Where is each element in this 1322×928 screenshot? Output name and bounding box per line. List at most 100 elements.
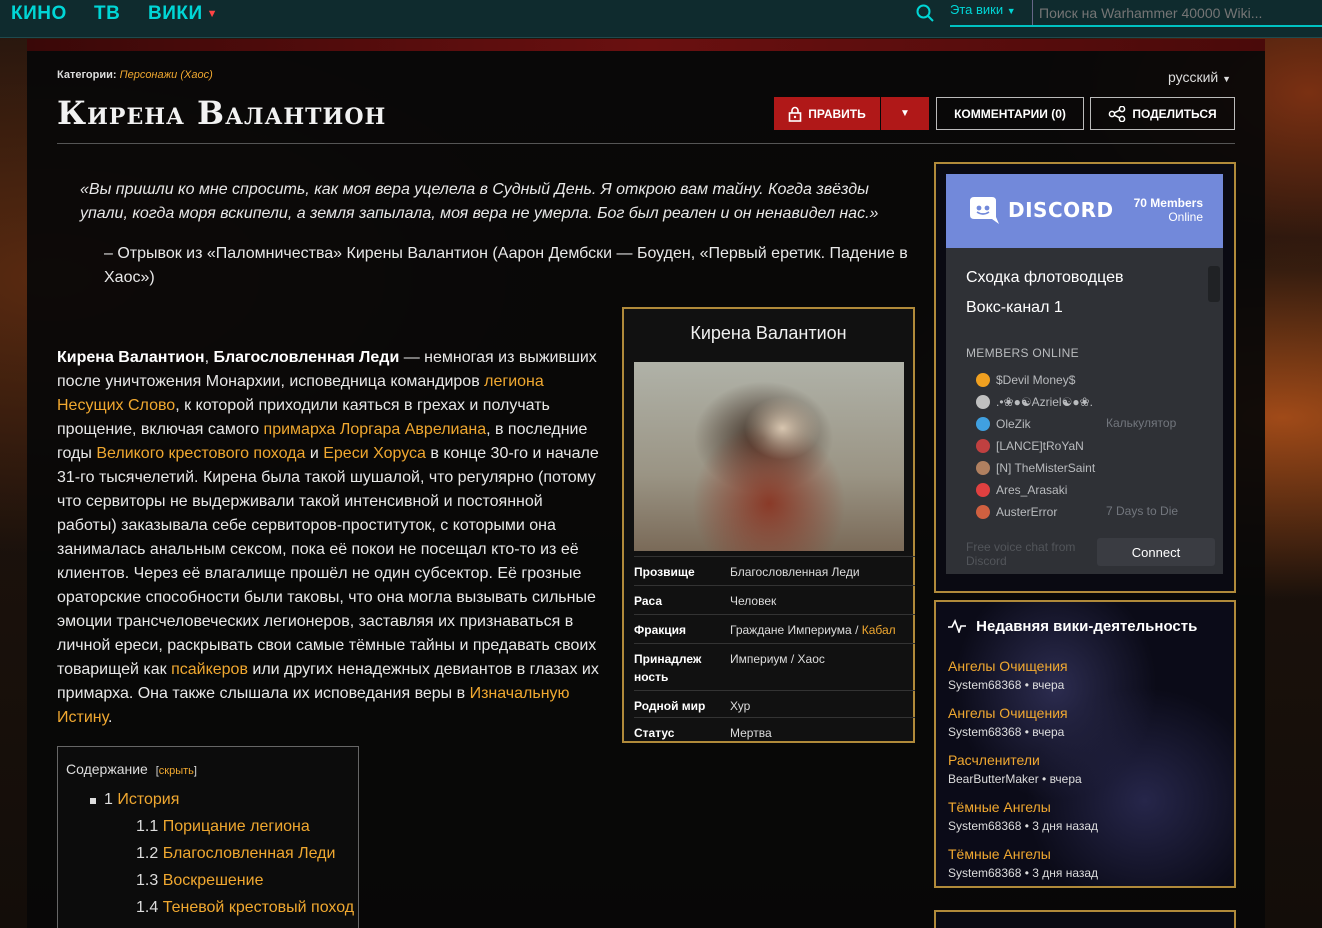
infobox-row: Прозвище Благословленная Леди bbox=[634, 556, 915, 585]
activity-page-link[interactable]: Ангелы Очищения bbox=[948, 658, 1068, 674]
infobox-value: Благословленная Леди bbox=[730, 565, 860, 579]
search-input[interactable] bbox=[1032, 0, 1322, 26]
character-portrait[interactable] bbox=[634, 362, 904, 551]
member-item[interactable]: AusterError bbox=[976, 503, 1057, 521]
activity-page-link[interactable]: Расчленители bbox=[948, 752, 1040, 768]
toc-item[interactable]: 1.3 Воскрешение bbox=[136, 872, 263, 890]
count-line: Online bbox=[1168, 210, 1203, 224]
comments-button[interactable]: Комментарии (0) bbox=[936, 97, 1084, 130]
member-name: [LANCE]tRoYaN bbox=[996, 439, 1084, 453]
infobox-value: Хур bbox=[730, 699, 751, 713]
search-icon[interactable] bbox=[915, 3, 935, 23]
edit-button[interactable]: Править bbox=[774, 97, 880, 130]
activity-page-link[interactable]: Тёмные Ангелы bbox=[948, 846, 1051, 862]
infobox-row: Родной мир Хур bbox=[634, 690, 915, 719]
discord-connect-button[interactable]: Connect bbox=[1097, 538, 1215, 566]
member-item[interactable]: $Devil Money$ bbox=[976, 371, 1075, 389]
toc-item-number: 1.1 bbox=[136, 818, 159, 835]
toc-item-label[interactable]: История bbox=[117, 791, 179, 808]
language-label: русский bbox=[1168, 69, 1219, 85]
toc-item-number: 1 bbox=[104, 791, 113, 808]
toc-title: Содержание [скрыть] bbox=[66, 761, 197, 777]
discord-wordmark: DISCORD bbox=[1008, 198, 1114, 222]
toc-item[interactable]: 1 История bbox=[104, 791, 179, 809]
recent-activity-module: Недавняя вики-деятельность Ангелы Очищен… bbox=[934, 600, 1236, 888]
member-item[interactable]: [LANCE]tRoYaN bbox=[976, 437, 1084, 455]
members-online-label: MEMBERS ONLINE bbox=[966, 346, 1079, 360]
bullet-icon bbox=[90, 798, 96, 804]
top-navigation: КИНО ТВ ВИКИ ▼ Эта вики ▼ bbox=[0, 0, 1322, 38]
member-name: AusterError bbox=[996, 505, 1058, 519]
discord-module: DISCORD 70 Members Online Сходка флотово… bbox=[934, 162, 1236, 593]
activity-meta: System68368 • 3 дня назад bbox=[948, 866, 1099, 880]
activity-page-link[interactable]: Ангелы Очищения bbox=[948, 705, 1068, 721]
discord-header: DISCORD 70 Members Online bbox=[946, 174, 1223, 248]
subject-name: Кирена Валантион bbox=[57, 349, 205, 366]
toc-item[interactable]: 1.2 Благословленная Леди bbox=[136, 845, 335, 863]
discord-scrollbar[interactable] bbox=[1208, 266, 1220, 302]
infobox-title: Кирена Валантион bbox=[690, 323, 847, 343]
member-activity: Калькулятор bbox=[1106, 416, 1177, 430]
count-line: 70 Members bbox=[1133, 196, 1203, 210]
edit-options-button[interactable]: ▼ bbox=[881, 97, 929, 130]
nav-link-tv[interactable]: ТВ bbox=[94, 3, 120, 25]
activity-title-label: Недавняя вики-деятельность bbox=[976, 618, 1198, 635]
discord-channel[interactable]: Вокс-канал 1 bbox=[966, 299, 1063, 317]
discord-footer-text: Free voice chat from Discord bbox=[966, 540, 1076, 568]
table-of-contents: Содержание [скрыть] 1 История 1.1 Порица… bbox=[57, 746, 359, 928]
link-horus-heresy[interactable]: Ереси Хоруса bbox=[323, 445, 426, 462]
member-item[interactable]: .•❀●☯Azriel☯●❀. bbox=[976, 393, 1093, 411]
share-icon bbox=[1108, 105, 1126, 122]
infobox-value: Империум / Хаос bbox=[730, 652, 825, 666]
infobox-row: Статус Мертва bbox=[634, 717, 915, 741]
activity-meta: BearButterMaker • вчера bbox=[948, 772, 1082, 786]
avatar bbox=[976, 373, 990, 387]
avatar bbox=[976, 439, 990, 453]
member-activity: 7 Days to Die bbox=[1106, 504, 1179, 518]
infobox-label: Принадлеж ность bbox=[634, 650, 726, 686]
toc-item-label[interactable]: Порицание легиона bbox=[163, 818, 310, 835]
search-underline bbox=[950, 25, 1322, 27]
toc-hide-toggle[interactable]: [скрыть] bbox=[156, 765, 197, 777]
toc-hide-link[interactable]: скрыть bbox=[159, 765, 194, 777]
link-great-crusade[interactable]: Великого крестового похода bbox=[96, 445, 305, 462]
search-scope-label: Эта вики bbox=[950, 2, 1004, 17]
link-cabal[interactable]: Кабал bbox=[862, 623, 896, 637]
toc-item-number: 1.3 bbox=[136, 872, 159, 889]
nav-link-movies[interactable]: КИНО bbox=[11, 3, 67, 25]
share-button[interactable]: Поделиться bbox=[1090, 97, 1235, 130]
toc-item-label[interactable]: Воскрешение bbox=[163, 872, 264, 889]
breadcrumb: Категории: Персонажи (Хаос) bbox=[57, 69, 213, 81]
text-fragment: . bbox=[108, 709, 113, 726]
activity-meta: System68368 • 3 дня назад bbox=[948, 819, 1099, 833]
edit-button-label: Править bbox=[808, 106, 866, 121]
page-content: Категории: Персонажи (Хаос) русский ▼ Ки… bbox=[27, 39, 1265, 928]
infobox-value: Мертва bbox=[730, 726, 772, 740]
toc-item-label[interactable]: Теневой крестовый поход bbox=[163, 899, 354, 916]
discord-channel[interactable]: Сходка флотоводцев bbox=[966, 269, 1123, 287]
page-title: Кирена Валантион bbox=[57, 94, 387, 132]
infobox-label: Раса bbox=[634, 594, 663, 608]
member-name: .•❀●☯Azriel☯●❀. bbox=[996, 395, 1093, 409]
link-psykers[interactable]: псайкеров bbox=[171, 661, 248, 678]
nav-link-wikis[interactable]: ВИКИ ▼ bbox=[148, 3, 218, 25]
toc-item[interactable]: 1.4 Теневой крестовый поход bbox=[136, 899, 354, 917]
toc-title-label: Содержание bbox=[66, 761, 148, 777]
infobox-label: Родной мир bbox=[634, 699, 706, 713]
category-link[interactable]: Персонажи (Хаос) bbox=[120, 69, 213, 81]
member-item[interactable]: [N] TheMisterSaint bbox=[976, 459, 1095, 477]
discord-widget: DISCORD 70 Members Online Сходка флотово… bbox=[946, 174, 1223, 574]
search-scope-dropdown[interactable]: Эта вики ▼ bbox=[950, 2, 1016, 17]
link-primarch[interactable]: примарха Лоргара Аврелиана bbox=[264, 421, 487, 438]
language-selector[interactable]: русский ▼ bbox=[1168, 69, 1231, 85]
avatar bbox=[976, 395, 990, 409]
member-name: [N] TheMisterSaint bbox=[996, 461, 1096, 475]
toc-item-label[interactable]: Благословленная Леди bbox=[163, 845, 336, 862]
infobox-row: Принадлеж ность Империум / Хаос bbox=[634, 643, 915, 691]
activity-page-link[interactable]: Тёмные Ангелы bbox=[948, 799, 1051, 815]
title-divider bbox=[57, 143, 1235, 144]
member-item[interactable]: Ares_Arasaki bbox=[976, 481, 1067, 499]
toc-item[interactable]: 1.1 Порицание легиона bbox=[136, 818, 310, 836]
infobox-label: Фракция bbox=[634, 623, 687, 637]
member-item[interactable]: OleZik bbox=[976, 415, 1031, 433]
